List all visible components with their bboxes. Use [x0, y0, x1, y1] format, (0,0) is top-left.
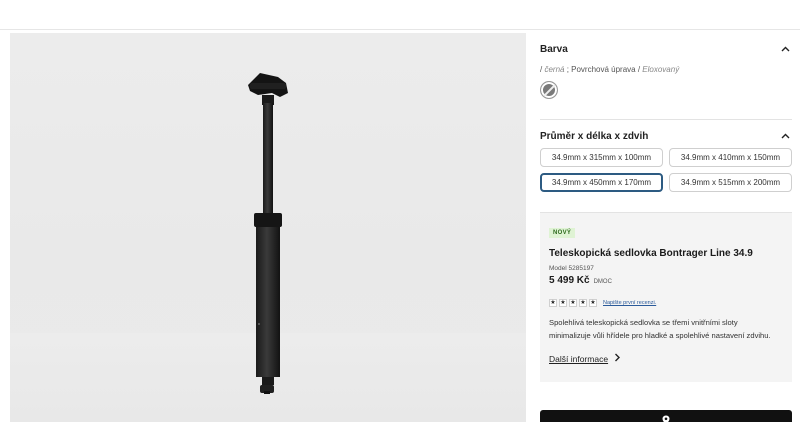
price-row: 5 499 Kč DMOC: [549, 275, 784, 286]
price-note: DMOC: [593, 279, 612, 285]
dropper-seatpost-image: [248, 73, 288, 394]
top-bar: [0, 0, 800, 30]
color-swatch[interactable]: [540, 81, 558, 99]
product-options-panel: Barva / černá ; Povrchová úprava / Eloxo…: [540, 33, 792, 382]
color-name: černá: [544, 65, 565, 74]
size-accordion-title: Průměr x délka x zdvih: [540, 130, 649, 142]
product-model: Model 5285197: [549, 265, 594, 272]
chevron-right-icon: [614, 353, 621, 364]
size-options: 34.9mm x 315mm x 100mm 34.9mm x 410mm x …: [540, 148, 792, 192]
size-option-button-selected[interactable]: 34.9mm x 450mm x 170mm: [540, 173, 663, 192]
finish-value: Eloxovaný: [642, 65, 680, 74]
product-name: Teleskopická sedlovka Bontrager Line 34.…: [549, 248, 753, 259]
product-description: Spolehlivá teleskopická sedlovka se třem…: [549, 318, 771, 340]
product-summary-card: NOVÝ Teleskopická sedlovka Bontrager Lin…: [540, 212, 792, 382]
rating-stars: ★ ★ ★ ★ ★: [549, 299, 597, 307]
finish-label: Povrchová úprava: [571, 65, 636, 74]
new-badge: NOVÝ: [549, 228, 576, 238]
size-option-button[interactable]: 34.9mm x 315mm x 100mm: [540, 148, 663, 167]
star-icon: ★: [569, 299, 577, 307]
color-description: / černá ; Povrchová úprava / Eloxovaný: [540, 65, 792, 74]
more-info-link[interactable]: Další informace: [549, 353, 784, 364]
color-accordion-header[interactable]: Barva: [540, 33, 792, 61]
add-to-cart-button[interactable]: [540, 410, 792, 422]
size-accordion: Průměr x délka x zdvih 34.9mm x 315mm x …: [540, 119, 792, 192]
chevron-up-icon[interactable]: [778, 129, 792, 143]
size-accordion-header[interactable]: Průměr x délka x zdvih: [540, 120, 792, 148]
product-image-gallery[interactable]: [10, 33, 526, 422]
color-accordion-title: Barva: [540, 43, 568, 55]
star-icon: ★: [549, 299, 557, 307]
size-option-button[interactable]: 34.9mm x 515mm x 200mm: [669, 173, 792, 192]
more-info-label: Další informace: [549, 353, 609, 364]
color-accordion: Barva / černá ; Povrchová úprava / Eloxo…: [540, 33, 792, 99]
write-review-link[interactable]: Napište první recenzi.: [603, 300, 656, 306]
star-icon: ★: [559, 299, 567, 307]
location-pin-icon: [662, 415, 670, 422]
rating-row: ★ ★ ★ ★ ★ Napište první recenzi.: [549, 299, 784, 307]
product-price: 5 499 Kč: [549, 275, 590, 286]
size-option-button[interactable]: 34.9mm x 410mm x 150mm: [669, 148, 792, 167]
star-icon: ★: [589, 299, 597, 307]
star-icon: ★: [579, 299, 587, 307]
chevron-up-icon[interactable]: [778, 42, 792, 56]
